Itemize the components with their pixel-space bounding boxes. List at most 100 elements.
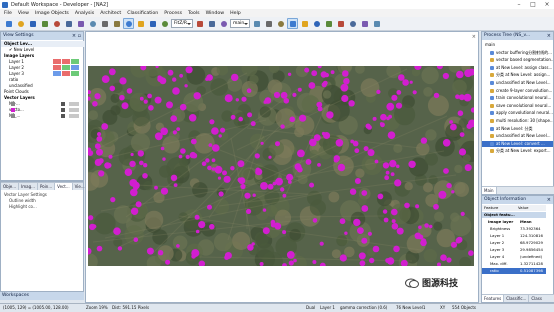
- zoom-in-icon[interactable]: [147, 18, 158, 29]
- segmented-object[interactable]: [275, 141, 280, 147]
- process-tree-item[interactable]: train convolutional neural...: [482, 95, 553, 101]
- segmented-object[interactable]: [293, 258, 297, 263]
- tab-vect[interactable]: Vect...: [55, 183, 73, 190]
- maximize-button[interactable]: □: [526, 0, 540, 9]
- segmented-object[interactable]: [117, 246, 123, 251]
- segmented-object[interactable]: [324, 72, 329, 78]
- layer-color-cell[interactable]: [53, 65, 61, 70]
- segmented-object[interactable]: [396, 227, 404, 235]
- field-image[interactable]: [88, 66, 474, 266]
- segmented-object[interactable]: [442, 72, 449, 80]
- segmented-object[interactable]: [172, 130, 177, 135]
- segmented-object[interactable]: [372, 116, 377, 121]
- segmented-object[interactable]: [108, 154, 113, 159]
- segmented-object[interactable]: [157, 76, 164, 83]
- segmented-object[interactable]: [468, 250, 474, 256]
- segmented-object[interactable]: [353, 218, 361, 227]
- segmented-object[interactable]: [464, 164, 472, 172]
- export-icon[interactable]: [51, 18, 62, 29]
- layer-color-cell[interactable]: [53, 59, 61, 64]
- segmented-object[interactable]: [157, 250, 164, 256]
- segmented-object[interactable]: [94, 93, 101, 100]
- segmented-object[interactable]: [297, 149, 305, 158]
- segmented-object[interactable]: [455, 94, 460, 99]
- segmented-object[interactable]: [297, 87, 302, 92]
- segmented-object[interactable]: [283, 98, 290, 104]
- segmented-object[interactable]: [270, 219, 276, 225]
- segmented-object[interactable]: [146, 247, 154, 255]
- copy-icon[interactable]: [87, 18, 98, 29]
- segmented-object[interactable]: [420, 137, 428, 144]
- segmented-object[interactable]: [455, 237, 462, 244]
- segmented-object[interactable]: [193, 92, 201, 100]
- segmented-object[interactable]: [470, 107, 474, 113]
- segmented-object[interactable]: [230, 114, 236, 120]
- segmented-object[interactable]: [160, 127, 168, 136]
- layer-color-cell[interactable]: [71, 71, 79, 76]
- workspaces-header[interactable]: Workspaces: [0, 292, 84, 300]
- segmented-object[interactable]: [287, 180, 292, 184]
- segmented-object[interactable]: [374, 159, 379, 164]
- segmented-object[interactable]: [96, 148, 103, 156]
- segmented-object[interactable]: [398, 75, 403, 80]
- tab-classific[interactable]: Classific...: [504, 295, 530, 302]
- expand-icon[interactable]: [359, 18, 370, 29]
- feature-row[interactable]: Layer 2 68.9729029: [482, 240, 546, 246]
- segmented-object[interactable]: [189, 151, 197, 159]
- process-tree-item[interactable]: vector based segmentation...: [482, 57, 553, 63]
- segmented-object[interactable]: [139, 96, 144, 101]
- segmented-object[interactable]: [395, 164, 400, 169]
- segmented-object[interactable]: [361, 237, 368, 244]
- object-features-group[interactable]: Object featu...: [482, 212, 546, 218]
- menu-file[interactable]: File: [4, 11, 12, 16]
- segmented-object[interactable]: [119, 77, 127, 85]
- layer-color-cell[interactable]: [71, 65, 79, 70]
- segmented-object[interactable]: [321, 131, 326, 136]
- segmented-object[interactable]: [222, 170, 227, 176]
- segmented-object[interactable]: [367, 149, 375, 157]
- segmented-object[interactable]: [393, 245, 400, 253]
- undo-icon[interactable]: [63, 18, 74, 29]
- segmented-object[interactable]: [198, 260, 206, 267]
- segmented-object[interactable]: [391, 219, 396, 224]
- menu-tools[interactable]: Tools: [188, 11, 200, 16]
- segmented-object[interactable]: [218, 134, 222, 138]
- segmented-object[interactable]: [275, 177, 283, 186]
- segmented-object[interactable]: [339, 254, 347, 262]
- layer-color-cell[interactable]: [53, 71, 61, 76]
- vector-width-cell[interactable]: [69, 102, 79, 106]
- segmented-object[interactable]: [420, 239, 427, 247]
- segmented-object[interactable]: [450, 241, 458, 248]
- zoom-fit-icon[interactable]: [206, 18, 217, 29]
- segmented-object[interactable]: [160, 187, 169, 195]
- segmented-object[interactable]: [255, 168, 263, 176]
- segmented-object[interactable]: [207, 204, 212, 210]
- feature-row[interactable]: Layer 4 (undefined): [482, 254, 546, 260]
- segmented-object[interactable]: [391, 223, 399, 230]
- segmented-object[interactable]: [246, 208, 252, 214]
- segmented-object[interactable]: [195, 229, 200, 234]
- segmented-object[interactable]: [138, 152, 143, 156]
- segmented-object[interactable]: [442, 139, 451, 147]
- segmented-object[interactable]: [179, 103, 187, 111]
- process-tree-item[interactable]: unclassified at New Level...: [482, 133, 553, 139]
- segmented-object[interactable]: [160, 146, 165, 151]
- segmented-object[interactable]: [209, 223, 215, 230]
- segmented-object[interactable]: [238, 116, 243, 122]
- segmented-object[interactable]: [172, 77, 177, 82]
- layer-color-cell[interactable]: [62, 65, 70, 70]
- segmented-object[interactable]: [312, 260, 317, 264]
- segmented-object[interactable]: [173, 183, 178, 187]
- segmented-object[interactable]: [330, 70, 335, 75]
- segmented-object[interactable]: [108, 68, 116, 76]
- segmented-object[interactable]: [382, 162, 390, 169]
- segmented-object[interactable]: [280, 124, 285, 129]
- segmented-object[interactable]: [377, 193, 384, 200]
- segmented-object[interactable]: [205, 158, 210, 163]
- segmented-object[interactable]: [190, 138, 197, 145]
- segmented-object[interactable]: [268, 155, 272, 159]
- tab-class de[interactable]: Class De...: [529, 295, 554, 309]
- segmented-object[interactable]: [188, 114, 197, 122]
- segmented-object[interactable]: [240, 183, 246, 190]
- segmented-object[interactable]: [101, 123, 109, 130]
